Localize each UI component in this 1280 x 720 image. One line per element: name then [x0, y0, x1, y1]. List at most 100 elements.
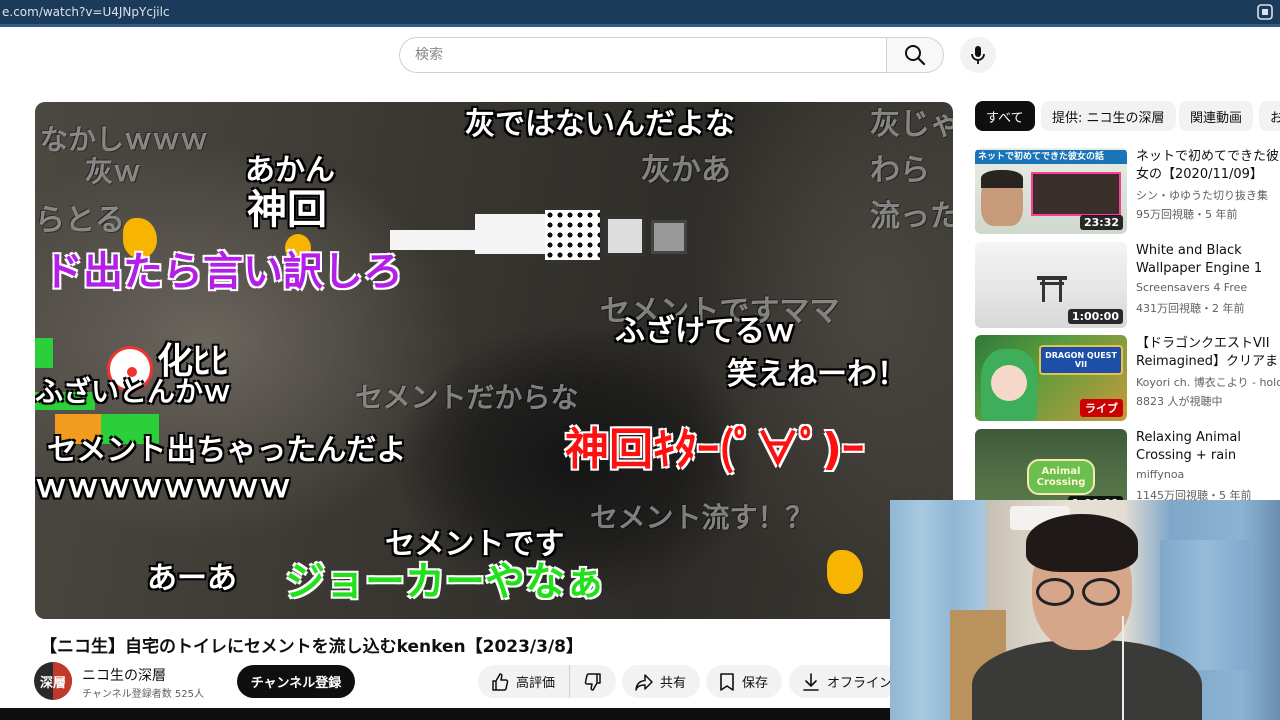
comment: 灰じゃ — [870, 107, 953, 142]
taskbar-edge — [0, 708, 890, 720]
microphone-icon — [971, 46, 985, 64]
comment: セメント出ちゃったんだよ — [47, 433, 407, 468]
thumbnail-logo: Animal Crossing — [1027, 459, 1095, 495]
video-player[interactable]: 灰ではないんだよな あかん 神回 なかしｗｗｗ 灰ｗ 灰かあ 灰じゃ わら 流っ… — [35, 102, 953, 619]
comment: なかしｗｗｗ — [40, 123, 209, 156]
save-label: 保存 — [742, 676, 769, 691]
comment: セメント流す！？ — [590, 501, 814, 534]
like-dislike-group: 高評価 — [478, 665, 616, 698]
thumbs-up-icon — [492, 672, 509, 691]
curtain — [1160, 540, 1250, 670]
chip-more[interactable]: お — [1259, 101, 1280, 131]
related-meta: 8823 人が視聴中 — [1136, 395, 1223, 408]
comment: 笑えねーわ！ — [727, 357, 907, 392]
comment: わら — [870, 153, 930, 188]
glasses — [1082, 578, 1120, 606]
thumbnail-logo: DRAGON QUEST VII — [1039, 345, 1123, 375]
comment: ふざけてるｗ — [615, 314, 795, 349]
comment: セメントだからな — [355, 381, 579, 414]
dislike-button[interactable] — [570, 665, 616, 698]
comment: 神回 — [247, 187, 327, 233]
torii-gate — [1042, 278, 1045, 302]
comment: あーあ — [147, 561, 237, 596]
like-label: 高評価 — [516, 676, 556, 691]
voice-search-button[interactable] — [960, 37, 996, 73]
related-title[interactable]: 【ドラゴンクエストVII Reimagined】クリアまで — [1136, 335, 1280, 371]
related-channel[interactable]: Koyori ch. 博衣こより - holoX — [1136, 374, 1280, 390]
torii-gate — [1059, 278, 1062, 302]
comment: 灰かあ — [641, 153, 731, 188]
bookmark-icon — [720, 672, 734, 691]
video-title: 【ニコ生】自宅のトイレにセメントを流し込むkenken【2023/3/8】 — [40, 637, 584, 657]
related-meta: 95万回視聴・5 年前 — [1136, 208, 1238, 221]
glasses — [1036, 578, 1074, 606]
download-icon — [803, 672, 819, 691]
chip-from-channel[interactable]: 提供: ニコ生の深層 — [1041, 101, 1176, 131]
comment: ド出たら言い訳しろ — [43, 249, 403, 295]
related-video[interactable]: ネットで初めてできた彼女の話 23:32 ネットで初めてできた彼女の【2020/… — [975, 148, 1280, 236]
pixel-art-block — [605, 216, 645, 256]
related-video[interactable]: DRAGON QUEST VII ライブ 【ドラゴンクエストVII Reimag… — [975, 335, 1280, 423]
video-thumbnail[interactable]: 1:00:00 — [975, 242, 1127, 328]
live-badge: ライブ — [1080, 399, 1123, 417]
chip-related[interactable]: 関連動画 — [1179, 101, 1254, 131]
chip-all[interactable]: すべて — [975, 101, 1035, 131]
address-bar-border — [0, 24, 1280, 27]
search-button[interactable] — [886, 37, 944, 73]
related-video[interactable]: 1:00:00 White and Black Wallpaper Engine… — [975, 242, 1280, 330]
share-button[interactable]: 共有 — [622, 665, 700, 698]
thumbnail-face — [981, 170, 1023, 188]
search-input[interactable] — [399, 37, 887, 73]
pixel-art-block — [545, 210, 600, 260]
person-hair — [1026, 514, 1138, 572]
save-button[interactable]: 保存 — [706, 665, 782, 698]
like-button[interactable]: 高評価 — [478, 665, 570, 698]
comment: 灰ｗ — [85, 155, 142, 188]
video-thumbnail[interactable]: DRAGON QUEST VII ライブ — [975, 335, 1127, 421]
comment: らとる — [35, 203, 125, 238]
share-icon — [635, 673, 653, 691]
download-label: オフライン — [827, 676, 893, 691]
comment: ジョーカーやなぁ — [285, 559, 605, 605]
channel-avatar[interactable]: 深層 — [34, 662, 72, 700]
related-channel[interactable]: シン・ゆゆうた切り抜き集 — [1136, 187, 1268, 203]
thumbs-down-icon — [584, 672, 601, 691]
thumbnail-character — [991, 365, 1027, 401]
pixel-art-block — [475, 214, 545, 254]
url-text: e.com/watch?v=U4JNpYcjilc — [2, 5, 170, 19]
green-block — [35, 338, 53, 368]
related-meta: 431万回視聴・2 年前 — [1136, 302, 1245, 315]
address-bar[interactable]: e.com/watch?v=U4JNpYcjilc — [0, 0, 1280, 24]
comment: セメントです — [385, 527, 565, 562]
comment: 神回ｷﾀｰ(ﾟ∀ﾟ)ｰ — [565, 424, 864, 475]
download-button[interactable]: オフライン — [789, 665, 899, 698]
duration-badge: 1:00:00 — [1067, 309, 1123, 324]
webcam-overlay — [890, 500, 1280, 720]
comment: 流った — [870, 199, 953, 234]
related-channel[interactable]: miffynoa — [1136, 468, 1184, 481]
subscribe-button[interactable]: チャンネル登録 — [237, 665, 355, 698]
person — [972, 640, 1202, 720]
comment: あかん — [245, 153, 335, 188]
muscle-emoji — [827, 550, 863, 594]
thumbnail-banner: ネットで初めてできた彼女の話 — [975, 150, 1127, 164]
related-channel[interactable]: Screensavers 4 Free — [1136, 281, 1247, 294]
subscriber-count: チャンネル登録者数 525人 — [82, 689, 204, 700]
share-label: 共有 — [660, 676, 687, 691]
duration-badge: 23:32 — [1079, 215, 1123, 230]
comment: ｗｗｗｗｗｗｗｗ — [35, 467, 292, 505]
pixel-art-block — [651, 220, 687, 254]
related-title[interactable]: Relaxing Animal Crossing + rain sounds ♡ — [1136, 429, 1280, 465]
comment: ふざいとんかｗ — [35, 375, 232, 408]
video-thumbnail[interactable]: ネットで初めてできた彼女の話 23:32 — [975, 148, 1127, 234]
earphone-cable — [1122, 616, 1124, 720]
thumbnail-screen — [1031, 172, 1121, 216]
related-title[interactable]: White and Black Wallpaper Engine 1 Hour — [1136, 242, 1280, 278]
comment: 灰ではないんだよな — [465, 107, 735, 142]
channel-avatar-text: 深層 — [39, 675, 66, 691]
related-title[interactable]: ネットで初めてできた彼女の【2020/11/09】 — [1136, 148, 1280, 184]
extension-icon[interactable] — [1256, 3, 1274, 21]
search-icon — [905, 45, 926, 66]
channel-name[interactable]: ニコ生の深層 — [82, 665, 166, 685]
search-bar — [399, 37, 945, 73]
